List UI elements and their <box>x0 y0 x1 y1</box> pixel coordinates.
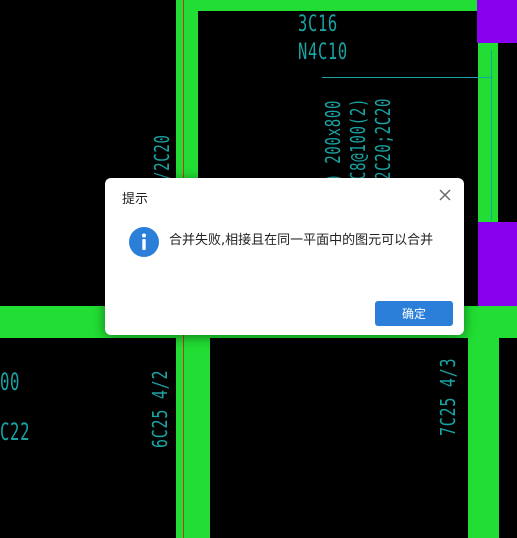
cad-label-bottom-middle: 6C25 4/2 <box>148 369 172 448</box>
cad-label-left-vertical: /2C20 <box>150 134 174 180</box>
cad-label-vertical-long: 2C20;2C20 <box>371 97 395 180</box>
dimension-line-horizontal <box>322 77 492 78</box>
cad-label-bottom-right: 7C25 4/3 <box>436 357 460 436</box>
purple-column-top-right[interactable] <box>477 0 517 43</box>
cad-label-top-stirrup: N4C10 <box>298 40 348 65</box>
green-column-left-lower[interactable] <box>184 335 210 538</box>
green-column-right-upper[interactable] <box>478 43 498 222</box>
cad-label-top-rebar: 3C16 <box>298 12 338 37</box>
info-icon <box>129 227 159 257</box>
ok-button[interactable]: 确定 <box>375 301 453 326</box>
right-column-inner-gap <box>465 338 468 538</box>
cad-drawing-canvas[interactable]: 3C16 N4C10 ) 200x800 C8@100(2) 2C20;2C20… <box>0 0 517 538</box>
cad-label-vertical-section: ) 200x800 <box>321 99 345 182</box>
cad-label-bottom-left-b: C22 <box>0 418 31 446</box>
close-icon[interactable] <box>436 186 454 204</box>
dialog-message: 合并失败,相接且在同一平面中的图元可以合并 <box>169 233 434 248</box>
dimension-line-vertical <box>491 50 492 220</box>
cad-label-vertical-stirrup: C8@100(2) <box>346 97 370 180</box>
dialog-title: 提示 <box>122 192 149 207</box>
green-beam-top[interactable] <box>180 0 477 11</box>
green-column-right-lower[interactable] <box>465 338 499 538</box>
alert-dialog: 提示 合并失败,相接且在同一平面中的图元可以合并 确定 <box>105 178 464 335</box>
cad-label-bottom-left-a: 00 <box>0 368 21 396</box>
